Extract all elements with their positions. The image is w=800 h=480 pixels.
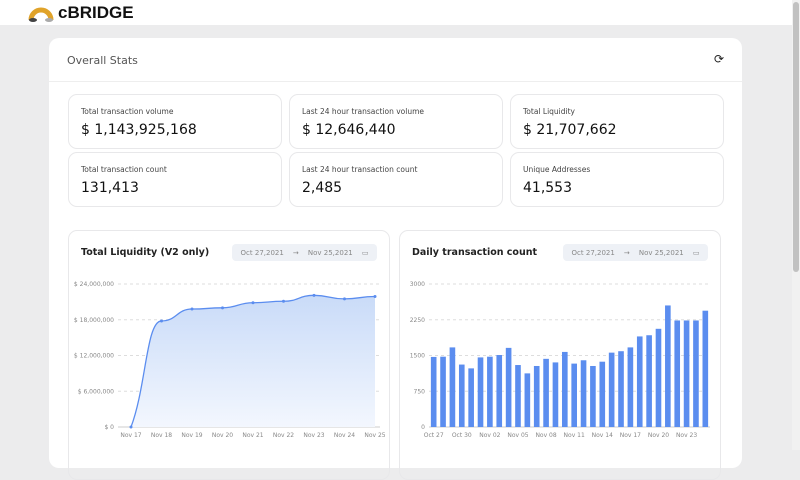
bar bbox=[618, 351, 624, 427]
x-tick-label: Nov 24 bbox=[334, 432, 355, 439]
bar bbox=[496, 355, 503, 427]
bar bbox=[599, 361, 606, 427]
y-tick-label: 3000 bbox=[410, 281, 425, 288]
bar bbox=[580, 360, 587, 427]
bar bbox=[487, 356, 493, 427]
bar bbox=[505, 347, 512, 427]
x-tick-label: Nov 21 bbox=[242, 432, 263, 439]
bar bbox=[627, 347, 634, 427]
data-point bbox=[373, 295, 377, 299]
bar bbox=[683, 320, 690, 427]
data-point bbox=[343, 297, 346, 301]
bar bbox=[636, 336, 643, 427]
x-tick-label: Nov 22 bbox=[273, 432, 294, 439]
y-tick-label: $ 6,000,000 bbox=[78, 388, 114, 395]
bar bbox=[440, 356, 446, 427]
bar bbox=[458, 364, 465, 427]
bar bbox=[674, 320, 681, 427]
bar bbox=[533, 365, 540, 427]
y-tick-label: $ 12,000,000 bbox=[74, 353, 114, 360]
bar bbox=[562, 351, 568, 427]
x-tick-label: Nov 17 bbox=[120, 432, 141, 439]
x-tick-label: Oct 27 bbox=[424, 432, 444, 439]
bar bbox=[608, 352, 615, 427]
x-tick-label: Nov 20 bbox=[648, 432, 669, 439]
x-tick-label: Nov 02 bbox=[479, 432, 500, 439]
x-tick-label: Nov 25 bbox=[364, 432, 385, 439]
x-tick-label: Nov 18 bbox=[151, 432, 172, 439]
y-tick-label: 750 bbox=[414, 388, 426, 395]
bar bbox=[590, 365, 596, 427]
data-point bbox=[221, 306, 224, 310]
x-tick-label: Nov 05 bbox=[507, 432, 528, 439]
data-point bbox=[282, 299, 285, 303]
x-tick-label: Nov 23 bbox=[676, 432, 697, 439]
bar bbox=[571, 363, 577, 427]
bar bbox=[655, 328, 662, 427]
x-tick-label: Nov 20 bbox=[212, 432, 233, 439]
bar bbox=[646, 335, 652, 427]
bar bbox=[524, 373, 531, 427]
y-tick-label: $ 24,000,000 bbox=[74, 281, 114, 288]
bar bbox=[702, 310, 709, 427]
bar bbox=[468, 368, 474, 427]
data-point bbox=[160, 319, 163, 323]
x-tick-label: Nov 23 bbox=[303, 432, 324, 439]
data-point bbox=[251, 301, 255, 305]
x-tick-label: Nov 19 bbox=[181, 432, 202, 439]
data-point bbox=[129, 425, 133, 429]
bar bbox=[543, 358, 549, 427]
charts-layer: $ 0 $ 6,000,000 $ 12,000,000 $ 18,000,000 $ … bbox=[74, 281, 710, 439]
bar bbox=[477, 357, 484, 427]
x-tick-label: Nov 14 bbox=[592, 432, 613, 439]
y-tick-label: 2250 bbox=[410, 317, 425, 324]
x-tick-label: Nov 17 bbox=[620, 432, 641, 439]
y-tick-label: 0 bbox=[421, 424, 425, 431]
x-tick-label: Oct 30 bbox=[452, 432, 472, 439]
y-tick-label: 1500 bbox=[410, 353, 425, 360]
liquidity-area bbox=[131, 295, 375, 427]
bar bbox=[430, 356, 437, 427]
data-point bbox=[312, 293, 316, 297]
bar bbox=[552, 362, 559, 427]
y-tick-label: $ 18,000,000 bbox=[74, 317, 114, 324]
y-tick-label: $ 0 bbox=[104, 424, 114, 431]
data-point bbox=[190, 307, 194, 311]
bar bbox=[693, 320, 699, 427]
bar bbox=[665, 305, 671, 427]
bar bbox=[449, 347, 456, 427]
x-tick-label: Nov 08 bbox=[535, 432, 556, 439]
bar bbox=[515, 365, 521, 427]
x-tick-label: Nov 11 bbox=[564, 432, 585, 439]
